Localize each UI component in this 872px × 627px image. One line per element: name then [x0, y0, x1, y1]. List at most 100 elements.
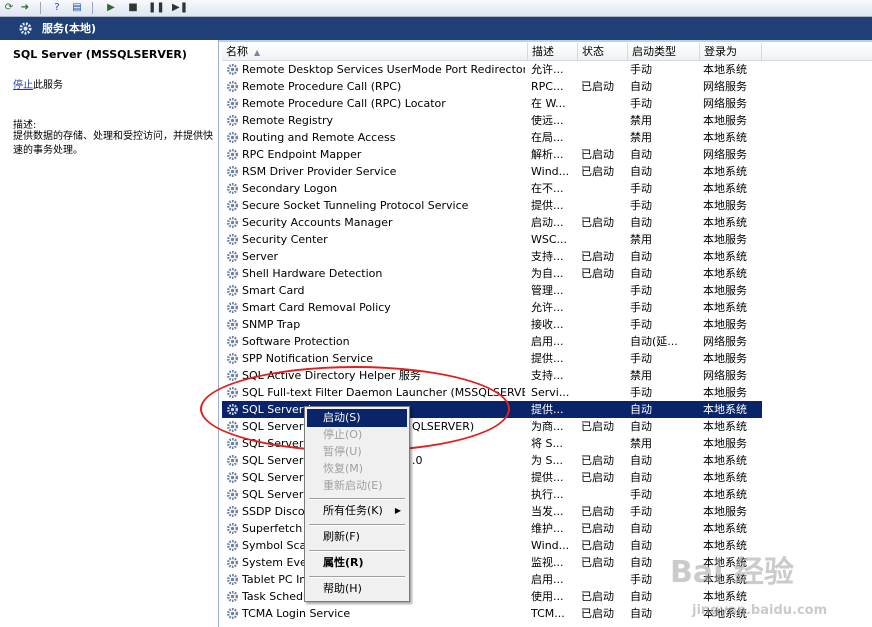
service-name: Shell Hardware Detection	[242, 267, 383, 280]
service-row[interactable]: Secure Socket Tunneling Protocol Service…	[222, 197, 762, 214]
service-row[interactable]: SQL Server I为 S... 已启动 自动 本地系统 .0	[222, 452, 762, 469]
menu-item-label: 属性(R)	[323, 556, 364, 569]
service-status	[581, 95, 629, 112]
service-row[interactable]: Symbol Scan Wind... 已启动 自动 本地系统	[222, 537, 762, 554]
column-header-status[interactable]: 状态	[578, 43, 628, 60]
service-row[interactable]: Superfetch 维护... 已启动 自动 本地系统	[222, 520, 762, 537]
service-row[interactable]: Security Accounts Manager 启动... 已启动 自动 本地系统	[222, 214, 762, 231]
service-gear-icon	[226, 95, 242, 112]
service-row[interactable]: SPP Notification Service 提供... 手动 本地服务	[222, 350, 762, 367]
service-row[interactable]: RPC Endpoint Mapper 解析... 已启动 自动 网络服务	[222, 146, 762, 163]
all-tasks-menu-item[interactable]: 所有任务(K) ▶	[307, 502, 407, 520]
refresh-icon[interactable]: ⟳	[2, 1, 16, 14]
service-logon-as: 网络服务	[703, 97, 747, 110]
stop-service-link[interactable]: 停止	[13, 80, 33, 91]
sort-ascending-icon: ▲	[254, 48, 261, 57]
service-description: 启用...	[531, 335, 564, 348]
service-row[interactable]: SQL Server B将 S... 禁用 本地服务	[222, 435, 762, 452]
service-logon-as: 本地服务	[703, 352, 747, 365]
service-row[interactable]: Task Schedu 使用... 已启动 自动 本地系统	[222, 588, 762, 605]
service-row[interactable]: Secondary Logon 在不... 手动 本地系统	[222, 180, 762, 197]
service-row[interactable]: SSDP Discove 当发... 已启动 手动 本地服务	[222, 503, 762, 520]
service-logon-as: 本地系统	[703, 420, 747, 433]
stop-icon[interactable]: ■	[126, 1, 140, 14]
service-row[interactable]: Smart Card Removal Policy 允许... 手动 本地系统	[222, 299, 762, 316]
submenu-arrow-icon: ▶	[394, 506, 401, 515]
service-description: 在 W...	[531, 97, 566, 110]
service-logon-as: 本地系统	[703, 63, 747, 76]
service-startup-type: 手动	[630, 488, 652, 501]
service-row[interactable]: SQL Active Directory Helper 服务 支持... 禁用 网络服…	[222, 367, 762, 384]
refresh-menu-item[interactable]: 刷新(F)	[307, 528, 407, 546]
menu-item-label: 启动(S)	[323, 411, 361, 424]
column-header-description[interactable]: 描述	[528, 43, 578, 60]
menu-item-label: 所有任务(K)	[323, 504, 383, 517]
service-row[interactable]: SNMP Trap 接收... 手动 本地服务	[222, 316, 762, 333]
service-status	[581, 299, 629, 316]
menu-separator	[309, 498, 405, 500]
service-logon-as: 本地系统	[703, 301, 747, 314]
service-row[interactable]: Remote Registry 使远... 禁用 本地服务	[222, 112, 762, 129]
service-row[interactable]: Shell Hardware Detection 为自... 已启动 自动 本地系统	[222, 265, 762, 282]
service-description: 使远...	[531, 114, 564, 127]
properties-icon[interactable]: ▤	[70, 1, 84, 14]
service-startup-type: 自动	[630, 250, 652, 263]
service-description: 提供...	[531, 471, 564, 484]
service-name: Remote Registry	[242, 114, 333, 127]
column-header-startup-type[interactable]: 启动类型	[628, 43, 700, 60]
service-logon-as: 网络服务	[703, 335, 747, 348]
service-row[interactable]: Remote Procedure Call (RPC) RPC... 已启动 自动 网络…	[222, 78, 762, 95]
service-row[interactable]: Remote Desktop Services UserMode Port Re…	[222, 61, 762, 78]
service-description: TCM...	[531, 607, 565, 620]
service-row[interactable]: SQL Server (提供... 自动 本地系统	[222, 401, 762, 418]
service-name-tail: QLSERVER)	[412, 420, 475, 433]
play-icon[interactable]: ▶	[104, 1, 118, 14]
service-description: 维护...	[531, 522, 564, 535]
pause-icon[interactable]: ❚❚	[148, 1, 165, 14]
service-row[interactable]: Software Protection 启用... 自动(延... 网络服务	[222, 333, 762, 350]
service-name: Smart Card Removal Policy	[242, 301, 391, 314]
service-row[interactable]: TCMA Login Service TCM... 已启动 自动 本地系统	[222, 605, 762, 622]
restart-icon[interactable]: ▶❚	[172, 1, 188, 14]
help-menu-item[interactable]: 帮助(H)	[307, 580, 407, 598]
service-row[interactable]: SQL Server A 为商... 已启动 自动 本地系统 QLSERVER)	[222, 418, 762, 435]
service-row[interactable]: Remote Procedure Call (RPC) Locator 在 W..…	[222, 95, 762, 112]
service-status: 已启动	[581, 539, 614, 552]
service-status: 已启动	[581, 420, 614, 433]
header-title: 服务(本地)	[42, 22, 97, 35]
service-logon-as: 本地服务	[703, 437, 747, 450]
service-row[interactable]: Server 支持... 已启动 自动 本地系统	[222, 248, 762, 265]
service-gear-icon	[226, 588, 242, 605]
service-row[interactable]: SQL Server V 提供... 已启动 自动 本地系统	[222, 469, 762, 486]
service-row[interactable]: Security Center WSC... 禁用 本地服务	[222, 231, 762, 248]
service-row[interactable]: RSM Driver Provider Service Wind... 已启动 自动 本…	[222, 163, 762, 180]
service-row[interactable]: SQL Server 代执行... 手动 本地系统	[222, 486, 762, 503]
service-description: Wind...	[531, 165, 570, 178]
service-logon-as: 本地服务	[703, 114, 747, 127]
service-name: Software Protection	[242, 335, 350, 348]
service-startup-type: 自动	[630, 590, 652, 603]
service-row[interactable]: SQL Full-text Filter Daemon Launcher (MS…	[222, 384, 762, 401]
service-status: 已启动	[581, 607, 614, 620]
service-status: 已启动	[581, 165, 614, 178]
service-startup-type: 手动	[630, 182, 652, 195]
service-startup-type: 禁用	[630, 369, 652, 382]
column-header-name[interactable]: 名称 ▲	[222, 43, 528, 60]
properties-menu-item[interactable]: 属性(R)	[307, 554, 407, 572]
service-description: 提供...	[531, 199, 564, 212]
help-icon[interactable]: ?	[50, 1, 64, 14]
service-row[interactable]: System Even 监视... 已启动 自动 本地系统	[222, 554, 762, 571]
column-header-logon-as[interactable]: 登录为	[700, 43, 762, 60]
service-startup-type: 自动(延...	[630, 335, 678, 348]
export-icon[interactable]: ➜	[18, 1, 32, 14]
service-row[interactable]: Routing and Remote Access 在局... 禁用 本地系统	[222, 129, 762, 146]
service-startup-type: 手动	[630, 386, 652, 399]
service-row[interactable]: Smart Card 管理... 手动 本地服务	[222, 282, 762, 299]
service-gear-icon	[226, 333, 242, 350]
service-status	[581, 61, 629, 78]
service-row[interactable]: Tablet PC Inp 启用... 手动 本地系统	[222, 571, 762, 588]
service-gear-icon	[226, 214, 242, 231]
toolbar: ⟳ ➜ ? ▤ ▶ ■ ❚❚ ▶❚	[0, 0, 872, 17]
start-menu-item[interactable]: 启动(S)	[307, 409, 407, 427]
menu-separator	[309, 550, 405, 552]
